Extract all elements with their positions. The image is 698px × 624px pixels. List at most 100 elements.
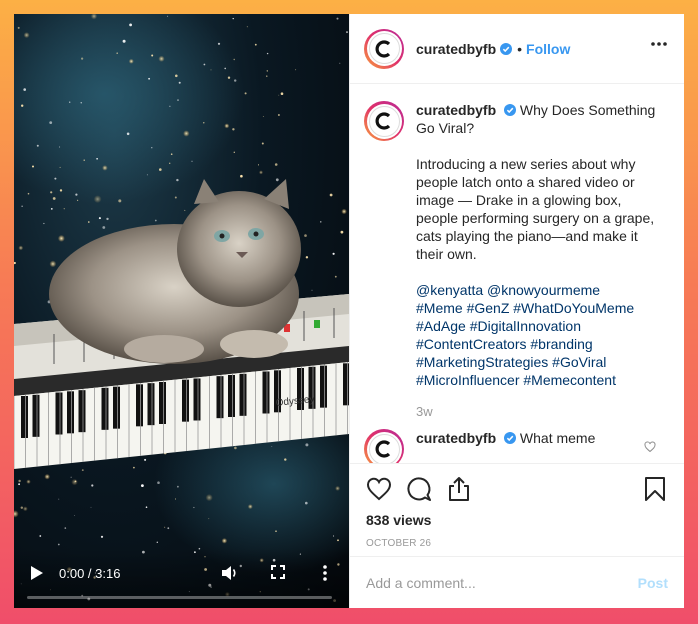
caption-username[interactable]: curatedbyfb [416,102,496,118]
caption-age[interactable]: 3w [416,403,656,421]
black-key [262,371,270,414]
star [334,275,337,278]
star [49,121,53,124]
star [244,92,247,95]
hashtags-line[interactable]: #MarketingStrategies #GoViral [416,353,656,371]
star [280,92,284,95]
star [59,146,61,148]
star [254,43,257,46]
star [90,506,92,508]
star [59,166,61,168]
hashtags-line[interactable]: #MicroInfluencer #Memecontent [416,371,656,389]
post-date: OCTOBER 26 [366,538,432,549]
star [122,39,126,43]
curated-logo-icon [375,112,391,130]
comment-input[interactable] [366,574,638,591]
star [175,498,176,500]
video-progress-bar[interactable] [27,596,332,599]
star [21,205,23,207]
separator-dot: • [517,40,523,57]
avatar[interactable] [364,429,404,463]
star [116,52,118,54]
star [167,527,170,530]
star [278,94,280,96]
more-options-icon[interactable] [650,41,668,47]
volume-icon[interactable] [221,564,239,582]
save-bookmark-icon[interactable] [642,476,668,502]
avatar[interactable] [364,28,404,69]
star [170,153,173,155]
black-key [193,378,201,421]
star [69,101,71,103]
post-panel: curatedbyfb • Follow curatedbyfb Why Doe… [349,14,684,608]
add-comment-bar: Post [350,556,684,608]
avatar[interactable] [364,101,404,141]
black-key [159,381,166,424]
cat-image [49,179,301,364]
star [339,62,341,64]
video-more-icon[interactable] [322,564,328,582]
star [340,230,344,234]
comment-bubble-icon[interactable] [406,476,432,502]
star [203,122,205,124]
star [164,526,166,528]
black-key [101,387,109,430]
caption-paragraph: Introducing a new series about why peopl… [416,156,655,262]
star [333,535,335,537]
like-comment-heart-icon[interactable] [644,441,656,453]
star [246,26,248,28]
star [169,105,171,107]
star [100,535,104,538]
star [21,104,24,107]
star [234,79,237,82]
hashtags-line[interactable]: #AdAge #DigitalInnovation [416,317,656,335]
black-key [136,384,143,427]
star [151,54,154,57]
star [203,63,206,66]
black-key [182,379,189,422]
star [39,535,42,537]
hashtags-line[interactable]: #ContentCreators #branding [416,335,656,353]
follow-button[interactable]: Follow [526,41,570,57]
black-key [228,374,235,417]
star [275,530,277,532]
star [64,527,67,529]
share-icon[interactable] [446,476,472,502]
star [205,494,213,502]
star [128,58,134,64]
star [277,114,280,116]
star [151,147,153,149]
black-key [78,390,86,433]
comment-text: What meme [519,430,596,446]
comments-list[interactable]: curatedbyfb Why Does Something Go Viral?… [350,85,684,463]
star [224,67,226,70]
star [81,57,84,60]
star [274,163,278,166]
hashtags-line[interactable]: #Meme #GenZ #WhatDoYouMeme [416,299,656,317]
star [191,160,193,162]
star [337,539,339,542]
black-key [147,383,155,426]
star [233,58,235,61]
video-controls: 0:00 / 3:16 [14,548,349,608]
star [221,538,228,544]
star [74,480,77,483]
video-player[interactable]: Odyssey 0:00 / 3:16 [14,14,349,608]
star [71,478,78,486]
star [57,543,60,546]
star [224,123,230,129]
fullscreen-icon[interactable] [271,565,285,579]
view-count[interactable]: 838 views [366,512,668,528]
comment-username[interactable]: curatedbyfb [416,430,496,446]
star [32,165,34,168]
reply-comment: curatedbyfb What meme [364,429,668,463]
caption-mentions[interactable]: @kenyatta @knowyourmeme [416,281,656,299]
star [23,32,30,39]
post-comment-button[interactable]: Post [638,575,668,591]
star [329,193,333,197]
like-heart-icon[interactable] [366,476,392,502]
star [83,159,85,161]
star [27,192,30,195]
post-username[interactable]: curatedbyfb [416,41,496,57]
play-icon[interactable] [30,565,44,581]
